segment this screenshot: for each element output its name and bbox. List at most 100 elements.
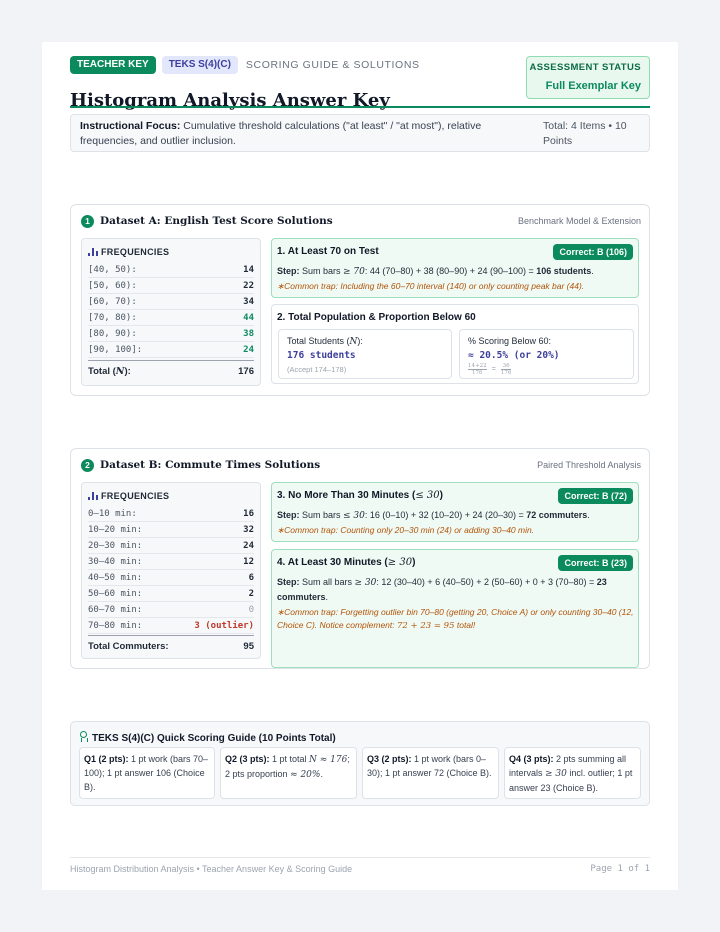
step-result: 106 students xyxy=(536,266,592,276)
step-text: : 44 (70–80) + 38 (80–90) + 24 (90–100) … xyxy=(364,266,537,276)
medal-icon xyxy=(79,731,88,742)
bin-count: 24 xyxy=(243,345,254,355)
total-label-start: Total ( xyxy=(88,366,116,377)
page-number: Page 1 of 1 xyxy=(590,864,650,874)
status-value: Full Exemplar Key xyxy=(545,80,641,92)
question-1-step: Step: Sum bars ≥ 70: 44 (70–80) + 38 (80… xyxy=(277,265,633,280)
step-text: Sum all bars xyxy=(299,577,355,587)
scoring-q3: Q3 (2 pts): 1 pt work (bars 0–30); 1 pt … xyxy=(362,747,499,799)
fraction-denominator: 176 xyxy=(472,370,483,376)
step-label: Step: xyxy=(277,577,300,587)
bin-label: 60–70 min: xyxy=(88,605,143,615)
total-students-note: (Accept 174–178) xyxy=(287,365,347,374)
bar-chart-icon xyxy=(88,491,98,500)
header-caption: SCORING GUIDE & SOLUTIONS xyxy=(245,59,420,71)
dataset-b-frequency-table: FREQUENCIES 0–10 min: 16 10–20 min: 32 20–… xyxy=(81,482,261,659)
step-math: ≤ 30 xyxy=(343,511,365,521)
scoring-q2: Q2 (3 pts): 1 pt total N ≈ 176; 2 pts pr… xyxy=(220,747,357,799)
teks-tag: TEKS S(4)(C) xyxy=(161,56,238,74)
table-row: 10–20 min: 32 xyxy=(88,522,254,538)
table-row: [80, 90): 38 xyxy=(88,326,254,342)
question-4-box: 4. At Least 30 Minutes (≥ 30) Correct: B… xyxy=(271,549,639,668)
scoring-guide-title-text: TEKS S(4)(C) Quick Scoring Guide (10 Poi… xyxy=(92,733,336,744)
table-row: 70–80 min: 3 (outlier) xyxy=(88,618,254,634)
trap-text: total! xyxy=(454,620,476,630)
fraction-1: 14+22 176 xyxy=(468,363,487,376)
score-label: Q3 (2 pts): xyxy=(367,754,412,764)
status-label: ASSESSMENT STATUS xyxy=(529,62,641,73)
percent-below-60-calculation: 14+22 176 = 36 176 xyxy=(468,363,512,376)
table-row: [40, 50): 14 xyxy=(88,262,254,278)
table-row: [90, 100]: 24 xyxy=(88,342,254,358)
bar-chart-icon xyxy=(88,247,98,256)
bin-label: 30–40 min: xyxy=(88,557,143,567)
bin-label: 0–10 min: xyxy=(88,509,137,519)
score-text: 1 pt total xyxy=(269,754,310,764)
table-row: [70, 80): 44 xyxy=(88,310,254,326)
total-value: 95 xyxy=(243,641,254,652)
step-text: . xyxy=(591,266,594,276)
question-4-step: Step: Sum all bars ≥ 30: 12 (30–40) + 6 … xyxy=(277,576,633,604)
bin-label: 70–80 min: xyxy=(88,621,143,631)
bin-count: 22 xyxy=(243,281,254,291)
question-3-box: 3. No More Than 30 Minutes (≤ 30) Correc… xyxy=(271,482,639,542)
question-4-title: 4. At Least 30 Minutes (≥ 30) xyxy=(277,557,415,568)
bin-label: [60, 70): xyxy=(88,297,137,307)
title-text: ) xyxy=(439,490,443,501)
total-students-label: Total Students (N): xyxy=(287,336,363,347)
frequency-heading-label: FREQUENCIES xyxy=(101,491,170,501)
dataset-b-note: Paired Threshold Analysis xyxy=(537,460,641,470)
percent-below-60-value: ≈ 20.5% (or 20%) xyxy=(468,350,560,361)
percent-below-60-label: % Scoring Below 60: xyxy=(468,336,552,346)
assessment-status-box: ASSESSMENT STATUS Full Exemplar Key xyxy=(526,56,650,99)
step-text: : 16 (0–10) + 32 (10–20) + 24 (20–30) = xyxy=(364,510,527,520)
title-math: ≤ 30 xyxy=(415,490,440,501)
step-math: ≥ 70 xyxy=(343,267,365,277)
table-row: [60, 70): 34 xyxy=(88,294,254,310)
title-text: 4. At Least 30 Minutes ( xyxy=(277,557,388,568)
dataset-b-header: 2 Dataset B: Commute Times Solutions Pai… xyxy=(81,458,641,474)
question-3-answer-badge: Correct: B (72) xyxy=(558,488,633,504)
fraction-numerator: 36 xyxy=(500,363,512,370)
dataset-a-header: 1 Dataset A: English Test Score Solution… xyxy=(81,214,641,230)
bin-label: 40–50 min: xyxy=(88,573,143,583)
frequency-heading-label: FREQUENCIES xyxy=(101,247,170,257)
bin-count: 24 xyxy=(243,541,254,551)
label-text: ): xyxy=(357,336,363,346)
table-row: 50–60 min: 2 xyxy=(88,586,254,602)
header: TEACHER KEY TEKS S(4)(C) SCORING GUIDE &… xyxy=(70,56,650,111)
question-1-box: 1. At Least 70 on Test Correct: B (106) … xyxy=(271,238,639,298)
bin-label: [70, 80): xyxy=(88,313,137,323)
dataset-a-number: 1 xyxy=(81,215,94,228)
answer-key-page: TEACHER KEY TEKS S(4)(C) SCORING GUIDE &… xyxy=(42,42,678,890)
bin-count: 38 xyxy=(243,329,254,339)
total-students-value: 176 students xyxy=(287,350,356,361)
teacher-key-tag: TEACHER KEY xyxy=(70,56,156,74)
table-row: 60–70 min: 0 xyxy=(88,602,254,618)
total-students-box: Total Students (N): 176 students (Accept… xyxy=(278,329,452,379)
dataset-b-number: 2 xyxy=(81,459,94,472)
header-rule xyxy=(70,106,650,108)
frequency-rows: 0–10 min: 16 10–20 min: 32 20–30 min: 24 30… xyxy=(88,506,254,634)
score-label: Q2 (3 pts): xyxy=(225,754,270,764)
bin-label: 20–30 min: xyxy=(88,541,143,551)
instructional-focus-box: Instructional Focus: Cumulative threshol… xyxy=(70,114,650,152)
bin-count: 32 xyxy=(243,525,254,535)
question-3-trap: ∗Common trap: Counting only 20–30 min (2… xyxy=(277,525,535,535)
label-text: Total Students ( xyxy=(287,336,350,346)
question-4-answer-badge: Correct: B (23) xyxy=(558,555,633,571)
table-row: 20–30 min: 24 xyxy=(88,538,254,554)
question-3-step: Step: Sum bars ≤ 30: 16 (0–10) + 32 (10–… xyxy=(277,509,633,524)
step-text: . xyxy=(587,510,590,520)
footer-description: Histogram Distribution Analysis • Teache… xyxy=(70,864,353,874)
table-row: 0–10 min: 16 xyxy=(88,506,254,522)
total-label-end: ): xyxy=(124,366,131,377)
bin-label: [80, 90): xyxy=(88,329,137,339)
dataset-a-card: 1 Dataset A: English Test Score Solution… xyxy=(70,204,650,396)
step-label: Step: xyxy=(277,510,300,520)
question-1-answer-badge: Correct: B (106) xyxy=(553,244,633,260)
bin-label: [50, 60): xyxy=(88,281,137,291)
focus-label: Instructional Focus: xyxy=(80,120,181,132)
bin-label: [90, 100]: xyxy=(88,345,143,355)
question-3-title: 3. No More Than 30 Minutes (≤ 30) xyxy=(277,490,443,501)
